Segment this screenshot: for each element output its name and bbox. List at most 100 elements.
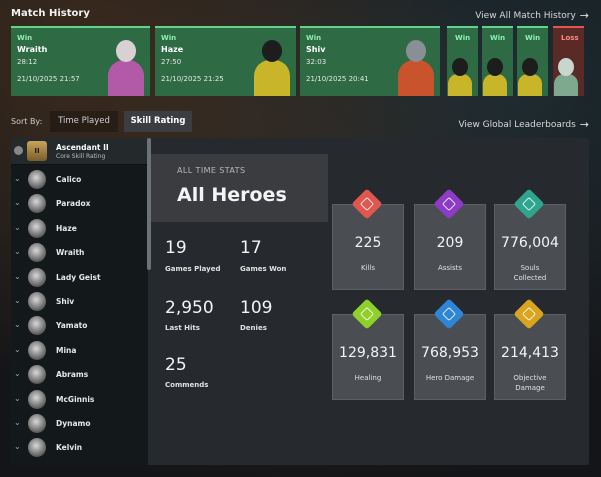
hero-name: Haze xyxy=(56,223,77,233)
hero-name: Mina xyxy=(56,345,77,355)
hero-name: Abrams xyxy=(56,370,89,380)
hero-name: Wraith xyxy=(56,248,85,258)
hero-avatar xyxy=(28,340,46,360)
hero-list-item[interactable]: ⌄ Dynamo xyxy=(11,412,148,436)
match-hero: Haze xyxy=(161,45,184,54)
match-duration: 32:03 xyxy=(306,58,327,66)
sort-skill-rating-button[interactable]: Skill Rating xyxy=(124,111,192,132)
sort-time-played-button[interactable]: Time Played xyxy=(50,111,118,132)
stats-panel: II Ascendant II Core Skill Rating ⌄ Calic… xyxy=(11,138,589,465)
hero-name: Yamato xyxy=(56,321,88,331)
match-card[interactable]: Win Haze 27:50 21/10/2025 21:25 xyxy=(155,26,296,96)
stat-value: 768,953 xyxy=(421,345,479,361)
hero-portrait xyxy=(517,30,544,96)
all-time-stats-label: ALL TIME STATS xyxy=(177,166,246,175)
stat-label: Souls Collected xyxy=(513,264,547,282)
hero-avatar xyxy=(28,389,46,409)
denies-label: Denies xyxy=(240,324,267,332)
chevron-down-icon: ⌄ xyxy=(14,442,21,452)
hero-list-item[interactable]: ⌄ Wraith xyxy=(11,241,148,265)
hero-name: Calico xyxy=(56,175,82,184)
hero-avatar xyxy=(28,365,46,385)
hero-list-item[interactable]: ⌄ Mina xyxy=(11,339,148,363)
hero-list-item[interactable]: ⌄ Shiv xyxy=(11,290,148,314)
chevron-down-icon: ⌄ xyxy=(14,271,21,281)
arrow-right-icon: → xyxy=(579,9,589,22)
games-won-label: Games Won xyxy=(240,265,287,273)
match-card-mini[interactable]: Win xyxy=(517,26,548,96)
view-all-match-history-link[interactable]: View All Match History → xyxy=(475,9,589,22)
games-won-value: 17 xyxy=(240,238,262,258)
hero-avatar xyxy=(28,267,46,287)
denies-value: 109 xyxy=(240,298,273,318)
match-date: 21/10/2025 20:41 xyxy=(306,75,369,83)
chevron-down-icon: ⌄ xyxy=(14,344,21,354)
hero-portrait xyxy=(447,30,474,96)
hero-name: Lady Geist xyxy=(56,272,101,282)
view-global-label: View Global Leaderboards xyxy=(458,119,576,130)
hero-portrait xyxy=(248,30,294,96)
stat-value: 209 xyxy=(436,235,464,251)
last-hits-label: Last Hits xyxy=(165,324,200,332)
hero-avatar xyxy=(28,194,46,214)
commends-value: 25 xyxy=(165,355,187,375)
match-duration: 27:50 xyxy=(161,58,182,66)
hero-list-item[interactable]: ⌄ Lady Geist xyxy=(11,266,148,290)
stat-value: 129,831 xyxy=(339,345,397,361)
view-global-leaderboards-link[interactable]: View Global Leaderboards → xyxy=(458,118,589,131)
match-card-mini[interactable]: Win xyxy=(447,26,478,96)
stat-label: Healing xyxy=(354,374,382,382)
hero-list-item[interactable]: ⌄ Haze xyxy=(11,217,148,241)
hero-name: Shiv xyxy=(56,297,75,306)
match-card-mini[interactable]: Win xyxy=(482,26,513,96)
stat-value: 214,413 xyxy=(501,345,559,361)
match-result: Win xyxy=(161,34,177,42)
commends-label: Commends xyxy=(165,381,209,389)
hero-avatar xyxy=(28,316,46,336)
chevron-down-icon: ⌄ xyxy=(14,369,21,379)
match-card[interactable]: Win Shiv 32:03 21/10/2025 20:41 xyxy=(300,26,440,96)
stat-label: Objective Damage xyxy=(513,374,547,392)
hero-list-item[interactable]: ⌄ McGinnis xyxy=(11,388,148,412)
match-result: Win xyxy=(17,34,33,42)
match-date: 21/10/2025 21:57 xyxy=(17,75,80,83)
match-result: Win xyxy=(306,34,322,42)
hero-list-item[interactable]: ⌄ Paradox xyxy=(11,192,148,216)
view-all-label: View All Match History xyxy=(475,10,576,21)
match-history-title: Match History xyxy=(11,8,90,19)
hero-list: II Ascendant II Core Skill Rating ⌄ Calic… xyxy=(11,138,151,465)
chevron-down-icon: ⌄ xyxy=(14,418,21,427)
hero-list-item[interactable]: ⌄ Yamato xyxy=(11,314,148,338)
rank-subtitle: Core Skill Rating xyxy=(56,153,106,160)
games-played-label: Games Played xyxy=(165,265,221,273)
hero-name: McGinnis xyxy=(56,394,95,404)
hero-list-item[interactable]: ⌄ Kelvin xyxy=(11,436,148,460)
match-hero: Wraith xyxy=(17,45,48,54)
hero-avatar xyxy=(28,218,46,238)
chevron-down-icon: ⌄ xyxy=(14,198,21,208)
chevron-down-icon: ⌄ xyxy=(14,296,21,305)
hero-name: Paradox xyxy=(56,199,91,209)
chevron-down-icon: ⌄ xyxy=(14,247,21,257)
hero-list-item[interactable]: ⌄ Calico xyxy=(11,168,148,192)
hero-portrait xyxy=(392,30,438,96)
match-duration: 28:12 xyxy=(17,58,38,66)
chevron-down-icon: ⌄ xyxy=(14,320,21,330)
rank-badge-icon: II xyxy=(27,141,47,161)
last-hits-value: 2,950 xyxy=(165,298,214,318)
stat-value: 225 xyxy=(354,235,382,251)
arrow-right-icon: → xyxy=(579,118,589,131)
hero-list-item[interactable]: ⌄ Abrams xyxy=(11,363,148,387)
stat-label: Hero Damage xyxy=(425,374,475,382)
info-icon[interactable] xyxy=(14,146,23,155)
match-card[interactable]: Win Wraith 28:12 21/10/2025 21:57 xyxy=(11,26,150,96)
hero-portrait xyxy=(553,30,580,96)
hero-avatar xyxy=(28,243,46,263)
hero-name: Dynamo xyxy=(56,419,91,428)
match-card-mini[interactable]: Loss xyxy=(553,26,584,96)
rank-row[interactable]: II Ascendant II Core Skill Rating xyxy=(11,138,148,165)
chevron-down-icon: ⌄ xyxy=(14,174,21,183)
match-date: 21/10/2025 21:25 xyxy=(161,75,224,83)
sort-by-label: Sort By: xyxy=(11,117,43,126)
stat-label: Kills xyxy=(360,264,376,272)
